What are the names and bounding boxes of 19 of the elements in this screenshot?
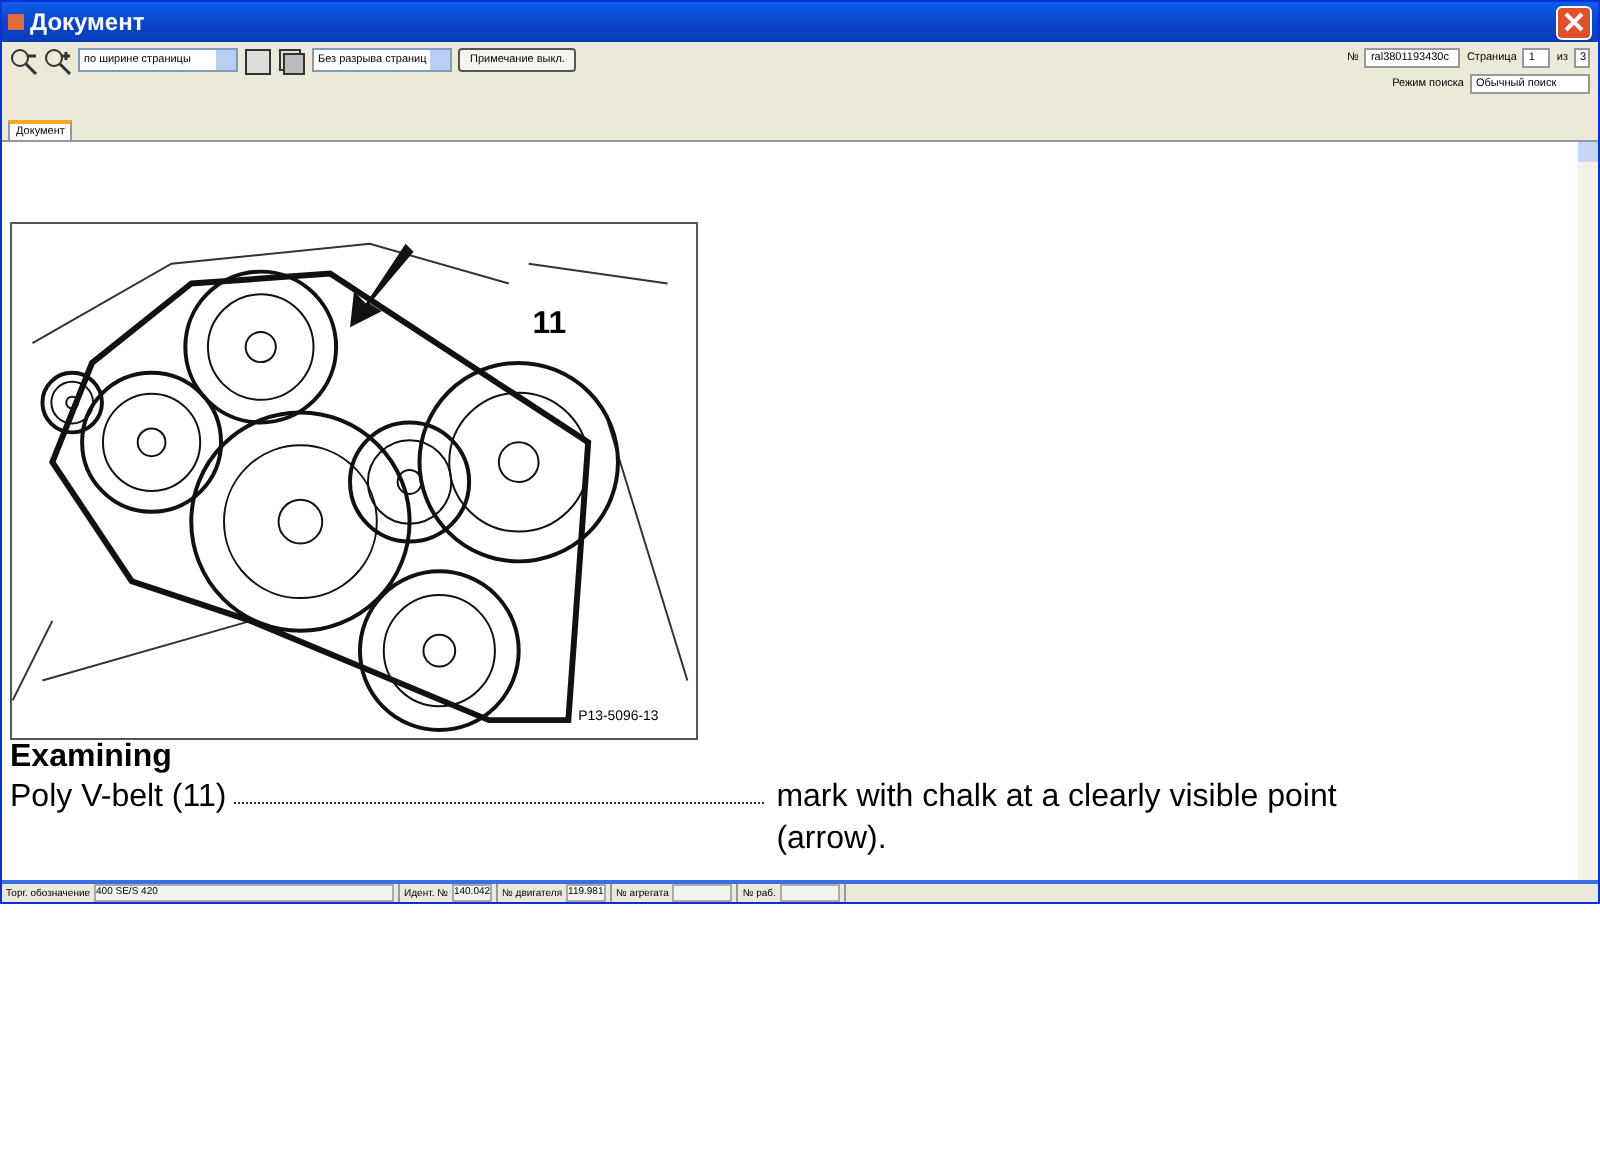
status-value-field	[779, 884, 840, 902]
magnifier-icon	[10, 48, 38, 76]
close-button[interactable]	[1556, 5, 1592, 39]
page-icon	[244, 48, 272, 76]
callout-number: 11	[532, 307, 567, 342]
app-icon	[8, 14, 24, 30]
zoom-in-button[interactable]	[44, 48, 72, 76]
page-view-button[interactable]	[244, 48, 272, 76]
page-view-button[interactable]	[278, 48, 306, 76]
pages-icon	[278, 48, 306, 76]
scroll-bar[interactable]	[1578, 142, 1598, 880]
step-action: mark with chalk at a clearly visible point (arrow).	[776, 778, 1339, 860]
window-title: Документ	[30, 8, 147, 36]
status-value-field	[672, 884, 733, 902]
close-icon	[1564, 12, 1584, 32]
zoom-out-button[interactable]	[10, 48, 38, 76]
magnifier-icon	[44, 48, 72, 76]
step-item: Poly V-belt (11)	[10, 778, 227, 818]
section-heading: Examining	[10, 740, 174, 776]
